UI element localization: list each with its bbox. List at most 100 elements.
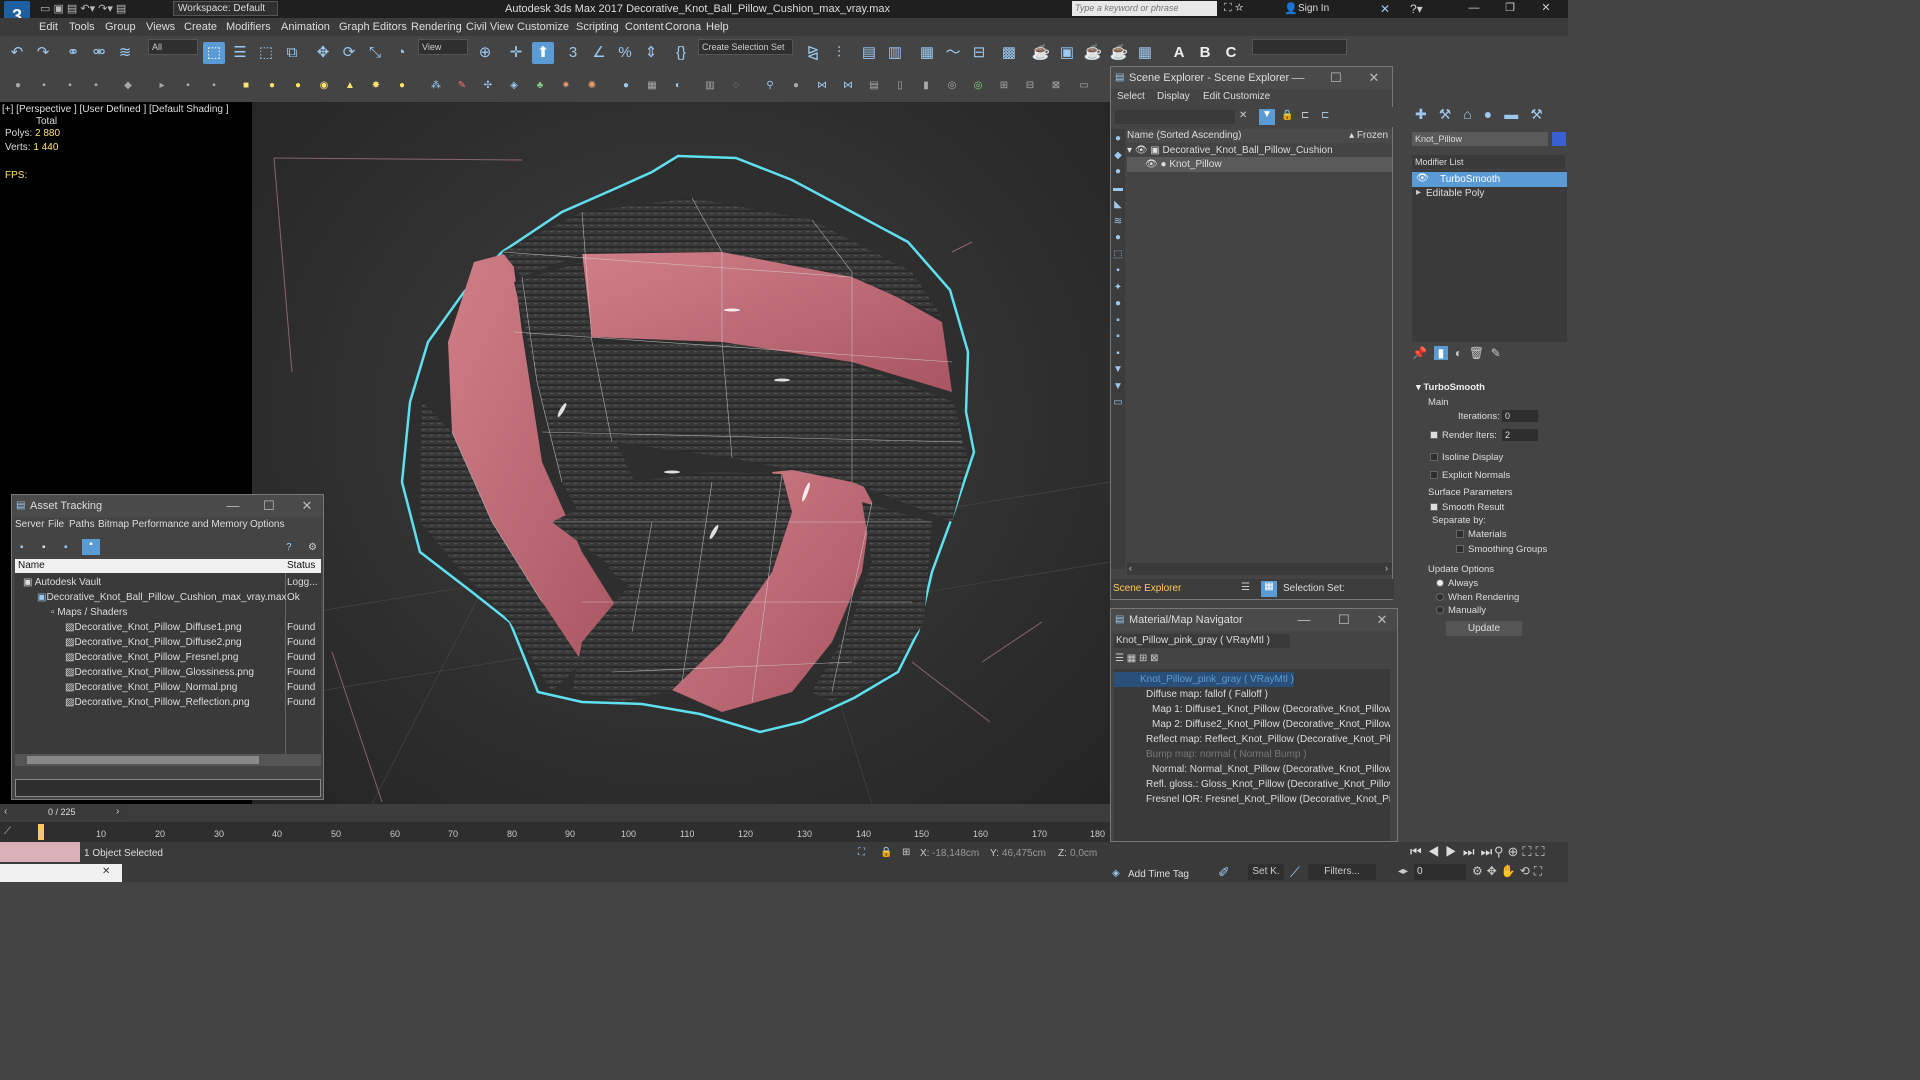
- explicit-normals-checkbox[interactable]: [1430, 471, 1438, 480]
- playback-controls[interactable]: ⏮◀▶⏭⏭: [1410, 844, 1498, 860]
- menu-graph-editors[interactable]: Graph Editors: [339, 21, 407, 33]
- selection-filter-dropdown[interactable]: All: [148, 39, 198, 55]
- se-col-name[interactable]: Name (Sorted Ascending): [1127, 130, 1242, 141]
- select-by-name-icon[interactable]: ☰: [229, 42, 251, 64]
- at-menu-server[interactable]: Server: [15, 519, 44, 530]
- at-row-maps[interactable]: ▫ Maps / Shaders: [15, 605, 127, 620]
- se-hierarchy-icon[interactable]: ⊏: [1301, 110, 1309, 121]
- help-icon[interactable]: ?▾: [1410, 2, 1423, 16]
- tool-icon-28[interactable]: ◎: [944, 78, 960, 94]
- text-c-icon[interactable]: C: [1220, 42, 1242, 64]
- menu-civil-view[interactable]: Civil View: [466, 21, 513, 33]
- filters-button[interactable]: Filters...: [1308, 864, 1376, 880]
- menu-create[interactable]: Create: [184, 21, 217, 33]
- at-col-status[interactable]: Status: [287, 560, 315, 571]
- mn-item[interactable]: Bump map: normal ( Normal Bump ): [1114, 747, 1307, 762]
- current-frame-field[interactable]: 0: [1414, 864, 1466, 880]
- at-col-name[interactable]: Name: [18, 560, 45, 571]
- at-help-icon[interactable]: ?: [286, 542, 292, 553]
- maxscript-input[interactable]: ✕: [0, 864, 122, 882]
- isoline-checkbox[interactable]: [1430, 453, 1438, 462]
- mn-item[interactable]: Fresnel IOR: Fresnel_Knot_Pillow (Decora…: [1114, 792, 1390, 807]
- manually-row[interactable]: Manually: [1436, 605, 1486, 616]
- tool-icon-14[interactable]: ✷: [558, 78, 574, 94]
- always-radio[interactable]: [1436, 579, 1444, 588]
- at-tool-icon-2[interactable]: ▪: [42, 542, 46, 553]
- tool-icon-7[interactable]: ▪: [180, 78, 196, 94]
- eye-icon[interactable]: 👁: [1135, 145, 1148, 156]
- tool-icon-25[interactable]: ▤: [866, 78, 882, 94]
- se-menu-display[interactable]: Display: [1157, 91, 1190, 102]
- materials-row[interactable]: Materials: [1456, 529, 1507, 540]
- star-primitive-icon[interactable]: ✸: [368, 78, 384, 94]
- layer-manager-icon[interactable]: ▤: [858, 42, 880, 64]
- scene-explorer-maximize[interactable]: ☐: [1327, 70, 1345, 86]
- tool-icon-24[interactable]: ⋈: [840, 78, 856, 94]
- tool-icon-23[interactable]: ⋈: [814, 78, 830, 94]
- explicit-normals-row[interactable]: Explicit Normals: [1430, 470, 1510, 481]
- track-bar-icon[interactable]: ⟋: [4, 826, 11, 837]
- se-filter-icons[interactable]: ● ◆ ● ▬ ◣ ≋ ● ⬚ ▪ ✦ ● ▪ ▪ ▪ ▼ ▼ ▭: [1111, 129, 1125, 412]
- binoculars-icon[interactable]: ⛶ ☆: [1224, 2, 1244, 15]
- eye-icon[interactable]: 👁: [1416, 173, 1429, 184]
- menu-group[interactable]: Group: [105, 21, 136, 33]
- tool-icon-31[interactable]: ⊟: [1022, 78, 1038, 94]
- se-clear-icon[interactable]: ✕: [1239, 110, 1247, 121]
- schematic-view-icon[interactable]: ⊟: [968, 42, 990, 64]
- tool-icon-18[interactable]: ◐: [670, 78, 686, 94]
- tool-icon-15[interactable]: ✺: [584, 78, 600, 94]
- menu-customize[interactable]: Customize: [517, 21, 569, 33]
- isoline-row[interactable]: Isoline Display: [1430, 452, 1503, 463]
- render-setup-icon[interactable]: ☕: [1030, 42, 1052, 64]
- menu-views[interactable]: Views: [146, 21, 175, 33]
- at-row-normal[interactable]: ▨Decorative_Knot_Pillow_Normal.png: [15, 680, 237, 695]
- update-button[interactable]: Update: [1446, 621, 1522, 636]
- at-path-field[interactable]: [15, 779, 321, 797]
- configure-sets-icon[interactable]: ✎: [1491, 346, 1501, 360]
- tool-icon-17[interactable]: ▦: [644, 78, 660, 94]
- tool-icon-8[interactable]: ▪: [206, 78, 222, 94]
- edit-named-selection-icon[interactable]: {}: [670, 42, 692, 64]
- maximize-button[interactable]: ❐: [1498, 1, 1522, 16]
- pivot-center-icon[interactable]: ⊕: [474, 42, 496, 64]
- menu-corona[interactable]: Corona: [665, 21, 701, 33]
- stack-tools[interactable]: 📌 ▮ ◐ 🗑 ✎: [1412, 346, 1562, 360]
- rotate-icon[interactable]: ⟳: [338, 42, 360, 64]
- tool-icon-5[interactable]: ◆: [120, 78, 136, 94]
- se-search-input[interactable]: [1115, 110, 1235, 124]
- y-coord-value[interactable]: 46,475cm: [1002, 848, 1046, 859]
- se-filter-icon[interactable]: ▼: [1259, 109, 1275, 125]
- at-row-fresnel[interactable]: ▨Decorative_Knot_Pillow_Fresnel.png: [15, 650, 238, 665]
- at-menu-file[interactable]: File: [48, 519, 64, 530]
- material-navigator-maximize[interactable]: ☐: [1335, 612, 1353, 628]
- mn-view-icons[interactable]: ☰ ▦ ⊞ ⊠: [1115, 653, 1159, 664]
- at-scroll-thumb[interactable]: [27, 756, 259, 764]
- render-iters-checkbox[interactable]: [1430, 431, 1438, 440]
- tool-icon-30[interactable]: ⊞: [996, 78, 1012, 94]
- place-icon[interactable]: ◔: [390, 42, 412, 64]
- render-iterative-icon[interactable]: ☕: [1108, 42, 1130, 64]
- snap-toggle-icon[interactable]: 3: [562, 42, 584, 64]
- exchange-icon[interactable]: ✕: [1380, 2, 1390, 16]
- expand-icon[interactable]: ▸: [1416, 187, 1421, 198]
- rendered-frame-window-icon[interactable]: ▣: [1056, 42, 1078, 64]
- se-lock-icon[interactable]: 🔒: [1281, 110, 1293, 121]
- se-hscrollbar[interactable]: ‹ ›: [1127, 563, 1392, 575]
- at-menu-bitmap[interactable]: Bitmap Performance and Memory: [98, 519, 248, 530]
- next-frame-icon[interactable]: ›: [116, 806, 119, 817]
- render-cloud-icon[interactable]: ▦: [1134, 42, 1156, 64]
- tool-icon-2[interactable]: ▪: [36, 78, 52, 94]
- pin-icon[interactable]: 📌: [1412, 346, 1427, 360]
- when-rendering-row[interactable]: When Rendering: [1436, 592, 1519, 603]
- geosphere-primitive-icon[interactable]: ●: [394, 78, 410, 94]
- scroll-right-icon[interactable]: ›: [1385, 563, 1388, 573]
- at-row-diffuse1[interactable]: ▨Decorative_Knot_Pillow_Diffuse1.png: [15, 620, 242, 635]
- eye-icon[interactable]: 👁: [1145, 159, 1158, 170]
- stack-item-editable-poly[interactable]: Editable Poly: [1412, 186, 1484, 201]
- text-b-icon[interactable]: B: [1194, 42, 1216, 64]
- smoothing-groups-row[interactable]: Smoothing Groups: [1456, 544, 1547, 555]
- tool-icon-4[interactable]: ▪: [88, 78, 104, 94]
- tool-icon-22[interactable]: ●: [788, 78, 804, 94]
- tool-icon-29[interactable]: ◎: [970, 78, 986, 94]
- track-bar[interactable]: ⟋: [0, 822, 1110, 842]
